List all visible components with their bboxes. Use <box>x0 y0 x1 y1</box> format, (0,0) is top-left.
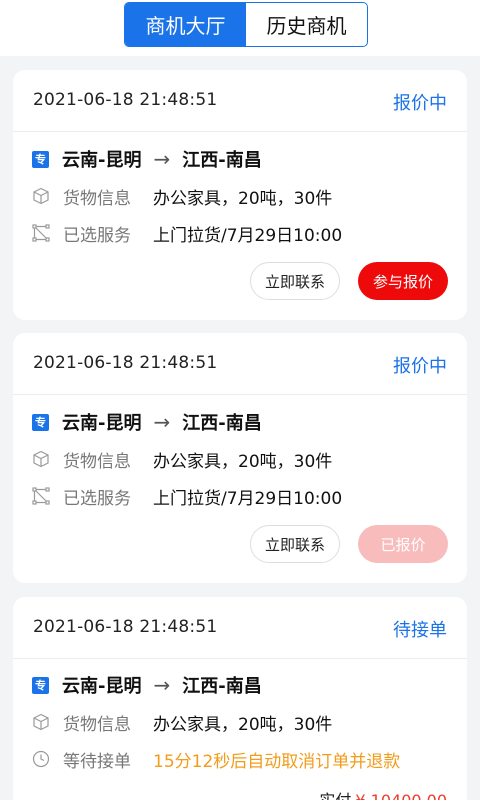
order-time: 2021-06-18 21:48:51 <box>33 353 218 373</box>
box-icon <box>32 187 50 205</box>
top-bar: 商机大厅 历史商机 <box>0 0 480 56</box>
status-label: 待接单 <box>393 620 447 641</box>
arrow-right-icon: → <box>153 673 171 697</box>
order-card[interactable]: 2021-06-18 21:48:51 报价中 专 云南-昆明 → 江西-南昌 … <box>13 70 467 320</box>
card-header: 2021-06-18 21:48:51 待接单 <box>13 597 467 659</box>
route-nodes-icon <box>32 224 50 242</box>
route-row: 专 云南-昆明 → 江西-南昌 <box>32 672 262 698</box>
service-row: 已选服务 上门拉货/7月29日10:00 <box>32 483 342 509</box>
service-value: 上门拉货/7月29日10:00 <box>153 488 343 509</box>
tab-history[interactable]: 历史商机 <box>246 3 367 46</box>
goods-row: 货物信息 办公家具，20吨，30件 <box>32 446 332 472</box>
goods-row: 货物信息 办公家具，20吨，30件 <box>32 709 332 735</box>
countdown-text: 15分12秒后自动取消订单并退款 <box>153 751 401 772</box>
paid-label: 实付 <box>319 791 351 800</box>
destination-city: 江西-南昌 <box>182 676 262 697</box>
destination-city: 江西-南昌 <box>182 413 262 434</box>
box-icon <box>32 713 50 731</box>
route-row: 专 云南-昆明 → 江西-南昌 <box>32 146 262 172</box>
route-row: 专 云南-昆明 → 江西-南昌 <box>32 409 262 435</box>
goods-value: 办公家具，20吨，30件 <box>153 451 333 472</box>
order-time: 2021-06-18 21:48:51 <box>33 90 218 110</box>
card-header: 2021-06-18 21:48:51 报价中 <box>13 70 467 132</box>
tab-business-hall[interactable]: 商机大厅 <box>125 3 246 46</box>
order-card[interactable]: 2021-06-18 21:48:51 报价中 专 云南-昆明 → 江西-南昌 … <box>13 333 467 583</box>
arrow-right-icon: → <box>153 410 171 434</box>
goods-label: 货物信息 <box>63 451 131 472</box>
goods-value: 办公家具，20吨，30件 <box>153 714 333 735</box>
goods-label: 货物信息 <box>63 714 131 735</box>
tab-switcher: 商机大厅 历史商机 <box>124 2 368 47</box>
origin-city: 云南-昆明 <box>62 150 142 171</box>
service-label: 已选服务 <box>63 488 131 509</box>
goods-row: 货物信息 办公家具，20吨，30件 <box>32 183 332 209</box>
status-label: 报价中 <box>393 93 447 114</box>
order-card[interactable]: 2021-06-18 21:48:51 待接单 专 云南-昆明 → 江西-南昌 … <box>13 597 467 800</box>
contact-button[interactable]: 立即联系 <box>250 525 340 563</box>
dedicated-tag: 专 <box>32 676 49 694</box>
box-icon <box>32 450 50 468</box>
wait-row: 等待接单 15分12秒后自动取消订单并退款 <box>32 746 400 772</box>
service-label: 已选服务 <box>63 225 131 246</box>
card-header: 2021-06-18 21:48:51 报价中 <box>13 333 467 395</box>
route-nodes-icon <box>32 487 50 505</box>
dedicated-tag: 专 <box>32 413 49 431</box>
paid-amount: ¥ 10400.00 <box>355 791 447 800</box>
dedicated-tag: 专 <box>32 150 49 168</box>
order-time: 2021-06-18 21:48:51 <box>33 617 218 637</box>
goods-label: 货物信息 <box>63 188 131 209</box>
arrow-right-icon: → <box>153 147 171 171</box>
clock-icon <box>32 750 50 768</box>
contact-button[interactable]: 立即联系 <box>250 262 340 300</box>
goods-value: 办公家具，20吨，30件 <box>153 188 333 209</box>
origin-city: 云南-昆明 <box>62 676 142 697</box>
quoted-button: 已报价 <box>358 525 448 563</box>
origin-city: 云南-昆明 <box>62 413 142 434</box>
wait-label: 等待接单 <box>63 751 131 772</box>
payment-summary: 实付 ¥ 10400.00 <box>319 787 447 800</box>
quote-button[interactable]: 参与报价 <box>358 262 448 300</box>
status-label: 报价中 <box>393 356 447 377</box>
service-row: 已选服务 上门拉货/7月29日10:00 <box>32 220 342 246</box>
destination-city: 江西-南昌 <box>182 150 262 171</box>
service-value: 上门拉货/7月29日10:00 <box>153 225 343 246</box>
